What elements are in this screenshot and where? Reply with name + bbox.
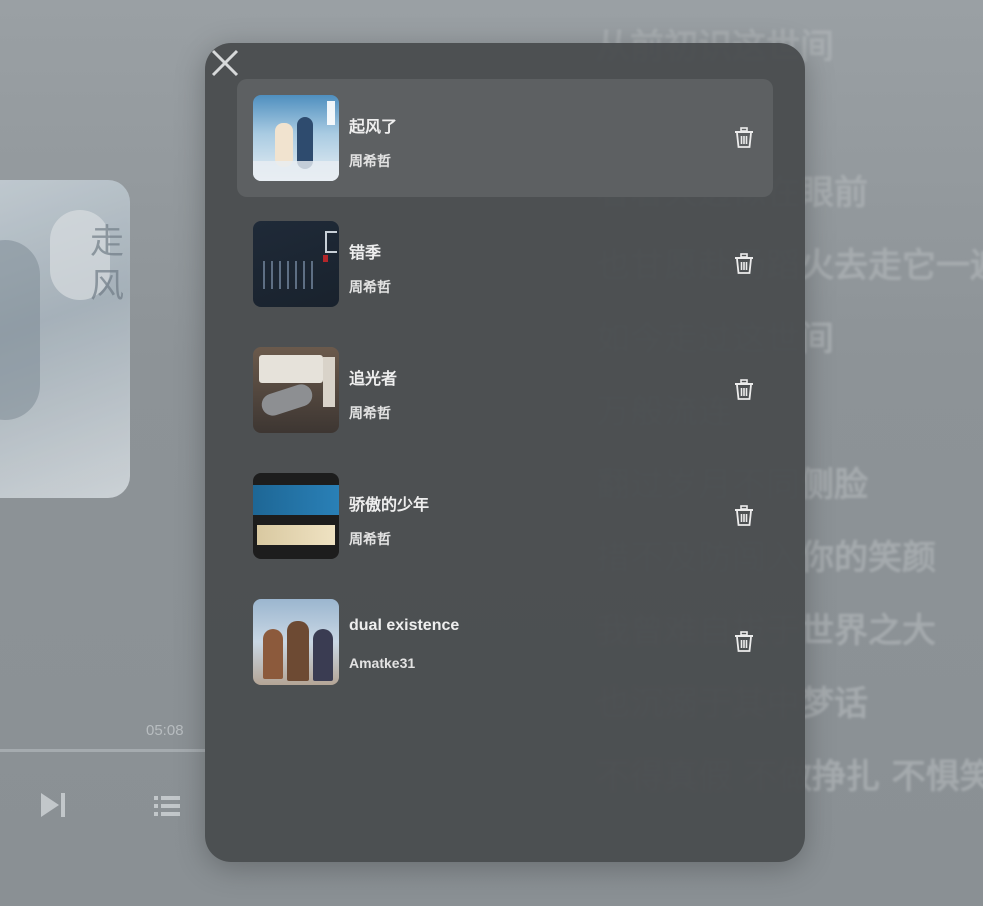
playlist-item[interactable]: dual existence Amatke31 [237,583,773,701]
song-title: 追光者 [349,371,398,388]
playlist-icon[interactable] [154,794,180,818]
song-artist: 周希哲 [349,279,391,295]
playlist: 起风了 周希哲 错季 周希哲 追光者 周希哲 骄傲的少年 周希哲 dual ex… [237,79,773,709]
song-artist: Amatke31 [349,655,416,671]
trash-icon[interactable] [733,253,755,275]
song-artist: 周希哲 [349,405,391,421]
progress-bar[interactable] [0,749,205,752]
total-time: 05:08 [146,722,184,739]
playlist-item[interactable]: 骄傲的少年 周希哲 [237,457,773,575]
trash-icon[interactable] [733,505,755,527]
song-title: 骄傲的少年 [349,497,430,514]
song-title: 错季 [349,245,382,262]
song-artist: 周希哲 [349,153,391,169]
song-artist: 周希哲 [349,531,391,547]
album-cover-large: 走风 [0,180,130,498]
playlist-item[interactable]: 起风了 周希哲 [237,79,773,197]
album-thumbnail [253,347,339,433]
album-thumbnail [253,221,339,307]
close-icon[interactable] [209,47,241,79]
skip-next-icon[interactable] [38,790,68,820]
playlist-item[interactable]: 错季 周希哲 [237,205,773,323]
trash-icon[interactable] [733,631,755,653]
playlist-item[interactable]: 追光者 周希哲 [237,331,773,449]
song-title: 起风了 [349,119,398,136]
album-thumbnail [253,473,339,559]
song-title: dual existence [349,617,460,634]
playlist-modal: 起风了 周希哲 错季 周希哲 追光者 周希哲 骄傲的少年 周希哲 dual ex… [205,43,805,862]
trash-icon[interactable] [733,379,755,401]
album-thumbnail [253,95,339,181]
album-thumbnail [253,599,339,685]
trash-icon[interactable] [733,127,755,149]
